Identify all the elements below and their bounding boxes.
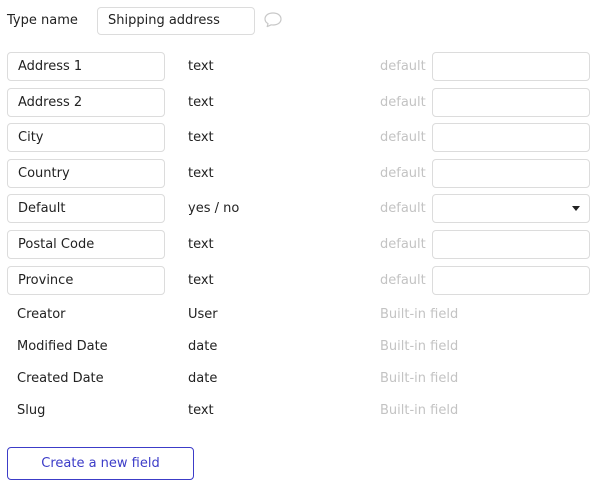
default-value-input[interactable] xyxy=(432,230,590,259)
builtin-field-type: date xyxy=(188,371,218,386)
builtin-field-name: Modified Date xyxy=(17,339,108,354)
default-value-input[interactable] xyxy=(432,123,590,152)
builtin-field-note: Built-in field xyxy=(380,371,459,386)
builtin-field-row: Created Date date Built-in field xyxy=(0,364,600,393)
default-value-input[interactable] xyxy=(432,88,590,117)
field-row: Default yes / no default xyxy=(0,194,600,223)
create-new-field-button[interactable]: Create a new field xyxy=(7,447,194,480)
default-value-input[interactable] xyxy=(432,159,590,188)
field-name-input[interactable]: Postal Code xyxy=(7,230,165,259)
field-type[interactable]: text xyxy=(188,159,214,188)
field-name-input[interactable]: Province xyxy=(7,266,165,295)
field-row: City text default xyxy=(0,123,600,152)
speech-bubble-icon[interactable] xyxy=(263,11,283,29)
field-row: Address 2 text default xyxy=(0,88,600,117)
default-label: default xyxy=(380,130,426,145)
field-type[interactable]: yes / no xyxy=(188,194,239,223)
builtin-field-row: Creator User Built-in field xyxy=(0,300,600,329)
field-type[interactable]: text xyxy=(188,52,214,81)
default-label: default xyxy=(380,237,426,252)
field-name-input[interactable]: Default xyxy=(7,194,165,223)
default-label: default xyxy=(380,273,426,288)
field-type[interactable]: text xyxy=(188,266,214,295)
field-type[interactable]: text xyxy=(188,230,214,259)
field-row: Country text default xyxy=(0,159,600,188)
builtin-field-name: Created Date xyxy=(17,371,104,386)
field-row: Postal Code text default xyxy=(0,230,600,259)
builtin-field-row: Modified Date date Built-in field xyxy=(0,332,600,361)
default-label: default xyxy=(380,166,426,181)
field-row: Address 1 text default xyxy=(0,52,600,81)
default-label: default xyxy=(380,201,426,216)
field-row: Province text default xyxy=(0,266,600,295)
caret-down-icon xyxy=(572,206,580,211)
type-name-input[interactable]: Shipping address xyxy=(97,7,255,35)
field-name-input[interactable]: Country xyxy=(7,159,165,188)
builtin-field-note: Built-in field xyxy=(380,403,459,418)
field-type[interactable]: text xyxy=(188,123,214,152)
builtin-field-note: Built-in field xyxy=(380,307,459,322)
default-label: default xyxy=(380,95,426,110)
builtin-field-name: Creator xyxy=(17,307,66,322)
default-value-dropdown[interactable] xyxy=(432,194,590,223)
builtin-field-type: text xyxy=(188,403,214,418)
field-type[interactable]: text xyxy=(188,88,214,117)
default-label: default xyxy=(380,59,426,74)
default-value-input[interactable] xyxy=(432,266,590,295)
builtin-field-type: User xyxy=(188,307,218,322)
field-name-input[interactable]: City xyxy=(7,123,165,152)
field-name-input[interactable]: Address 1 xyxy=(7,52,165,81)
builtin-field-name: Slug xyxy=(17,403,46,418)
type-name-label: Type name xyxy=(7,13,78,28)
builtin-field-type: date xyxy=(188,339,218,354)
field-name-input[interactable]: Address 2 xyxy=(7,88,165,117)
default-value-input[interactable] xyxy=(432,52,590,81)
builtin-field-note: Built-in field xyxy=(380,339,459,354)
builtin-field-row: Slug text Built-in field xyxy=(0,396,600,425)
